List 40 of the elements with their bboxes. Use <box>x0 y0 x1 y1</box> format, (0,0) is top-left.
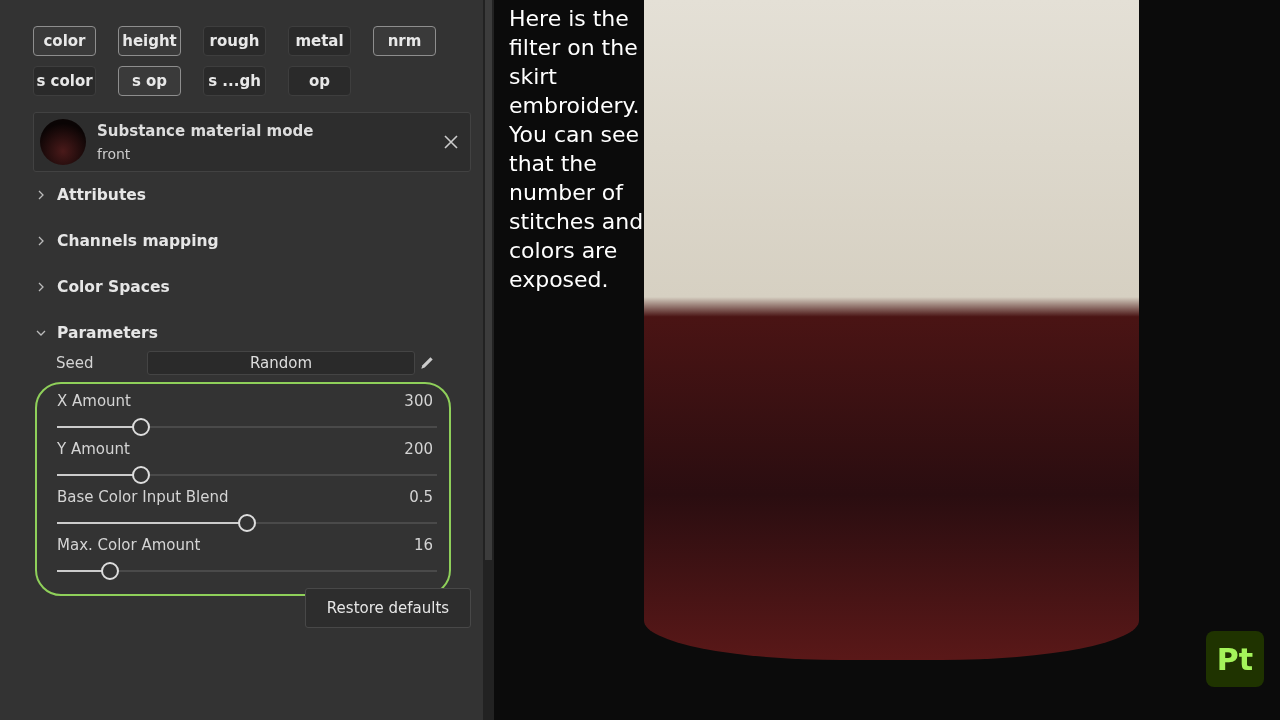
close-icon[interactable] <box>444 135 458 149</box>
section-header[interactable]: Attributes <box>57 186 147 204</box>
slider-value: 16 <box>413 536 433 554</box>
chevron-icon[interactable] <box>36 282 46 292</box>
pencil-icon[interactable] <box>419 355 435 371</box>
section-header[interactable]: Color Spaces <box>57 278 170 296</box>
channel-toggle[interactable]: s color <box>33 66 96 96</box>
chevron-icon[interactable] <box>36 328 46 338</box>
slider-value: 0.5 <box>409 488 433 506</box>
slider-label: Max. Color Amount <box>57 536 201 554</box>
channel-toggle[interactable]: color <box>33 26 96 56</box>
channel-toggle[interactable]: op <box>288 66 351 96</box>
slider-label: X Amount <box>57 392 131 410</box>
channel-toggle[interactable]: nrm <box>373 26 436 56</box>
seed-button[interactable]: Random <box>147 351 415 375</box>
slider-thumb[interactable] <box>131 466 150 484</box>
seed-label: Seed <box>56 354 95 372</box>
slider-value: 300 <box>404 392 433 410</box>
caption-text: Here is the filter on the skirt embroidery. You can see that the number of stitches and colors are exposed. <box>509 5 645 294</box>
channel-toggle[interactable]: s ...gh <box>203 66 266 96</box>
slider-label: Y Amount <box>57 440 130 458</box>
slider-thumb[interactable] <box>238 514 256 532</box>
slider-value: 200 <box>404 440 433 458</box>
chevron-icon[interactable] <box>36 236 46 246</box>
chevron-icon[interactable] <box>36 190 46 200</box>
material-subtitle: front <box>97 146 132 162</box>
app-logo: Pt <box>1206 631 1264 687</box>
channel-toggle[interactable]: height <box>118 26 181 56</box>
material-thumbnail <box>40 119 86 165</box>
slider-thumb[interactable] <box>131 418 150 436</box>
restore-defaults-button[interactable]: Restore defaults <box>305 588 471 628</box>
channel-toggle[interactable]: s op <box>118 66 181 96</box>
scrollbar[interactable] <box>485 0 492 560</box>
channel-toggle[interactable]: metal <box>288 26 351 56</box>
slider-thumb[interactable] <box>101 562 120 580</box>
channel-toggle[interactable]: rough <box>203 26 266 56</box>
section-header[interactable]: Parameters <box>57 324 158 342</box>
slider-label: Base Color Input Blend <box>57 488 229 506</box>
material-title: Substance material mode <box>97 122 315 140</box>
section-header[interactable]: Channels mapping <box>57 232 219 250</box>
